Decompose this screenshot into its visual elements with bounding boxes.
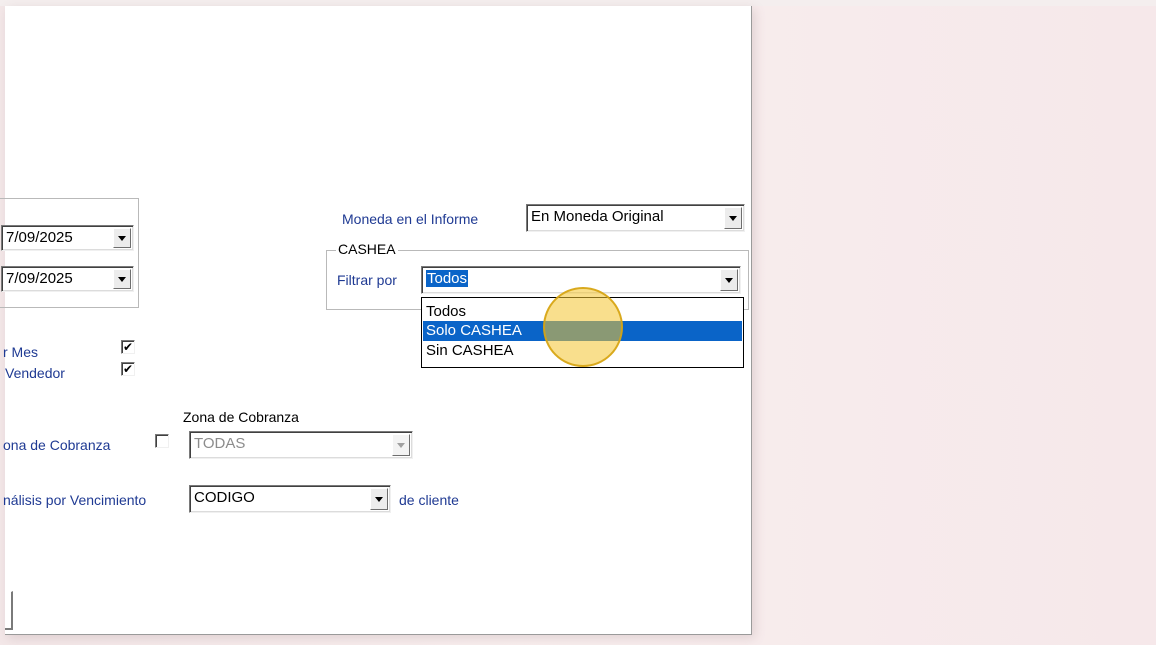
filtrar-label: Filtrar por [337, 272, 397, 288]
analisis-label: nálisis por Vencimiento [3, 492, 147, 508]
moneda-select[interactable]: En Moneda Original [526, 204, 745, 232]
analisis-value: CODIGO [194, 489, 255, 506]
checkmark-icon: ✔ [122, 362, 134, 376]
checkmark-icon: ✔ [122, 340, 134, 354]
dropdown-option-solo-cashea[interactable]: Solo CASHEA [423, 321, 742, 341]
dropdown-option-sin-cashea[interactable]: Sin CASHEA [423, 341, 742, 361]
dropdown-option-todos[interactable]: Todos [423, 302, 742, 322]
chevron-down-icon[interactable] [720, 269, 738, 291]
zona-check-label: ona de Cobranza [3, 437, 111, 453]
chevron-down-icon[interactable] [724, 207, 742, 229]
partial-button[interactable] [5, 591, 13, 630]
date-from-picker[interactable]: 7/09/2025 [1, 225, 134, 251]
filtrar-select[interactable]: Todos [421, 266, 741, 294]
date-to-picker[interactable]: 7/09/2025 [1, 266, 134, 292]
chevron-down-icon [392, 434, 410, 456]
chevron-down-icon[interactable] [113, 269, 131, 289]
date-from-value: 7/09/2025 [6, 229, 73, 246]
zona-select: TODAS [189, 431, 413, 459]
cashea-group-title: CASHEA [336, 241, 398, 257]
chevron-down-icon[interactable] [370, 488, 388, 510]
date-to-value: 7/09/2025 [6, 270, 73, 287]
check-vendedor-label: Vendedor [5, 365, 65, 381]
zona-checkbox[interactable] [155, 434, 169, 448]
filtrar-dropdown-list[interactable]: Todos Solo CASHEA Sin CASHEA [421, 297, 744, 368]
check-mes-checkbox[interactable]: ✔ [121, 340, 135, 354]
check-vendedor-checkbox[interactable]: ✔ [121, 362, 135, 376]
chevron-down-icon[interactable] [113, 228, 131, 248]
analisis-select[interactable]: CODIGO [189, 485, 391, 513]
check-mes-label: r Mes [3, 344, 38, 360]
moneda-label: Moneda en el Informe [342, 211, 479, 227]
filtrar-value: Todos [426, 270, 469, 287]
analisis-suffix: de cliente [399, 492, 459, 508]
moneda-value: En Moneda Original [531, 208, 664, 225]
zona-title: Zona de Cobranza [183, 409, 299, 425]
filtrar-value-text: Todos [426, 270, 469, 287]
zona-value: TODAS [194, 435, 246, 452]
